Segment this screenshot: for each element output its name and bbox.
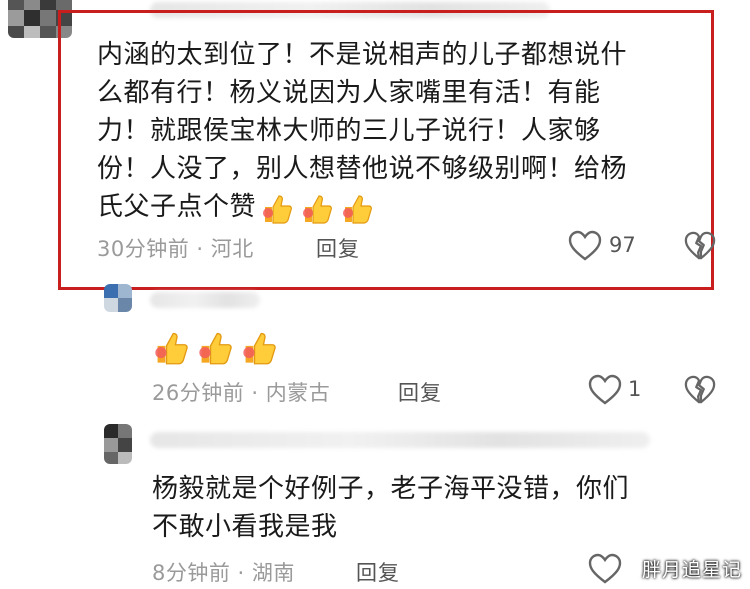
- thumbs-up-emoji-icon: [300, 191, 334, 225]
- reply-button[interactable]: 回复: [398, 377, 442, 407]
- avatar[interactable]: [104, 284, 132, 312]
- comment-text-line: 杨毅就是个好例子，老子海平没错，你们: [152, 474, 630, 504]
- thumbs-up-emoji-icon: [240, 328, 278, 366]
- comment-time-location: 30分钟前 · 河北: [97, 237, 254, 261]
- thumbs-up-emoji-icon: [196, 328, 234, 366]
- reply-button[interactable]: 回复: [316, 233, 360, 263]
- comment-time-location: 8分钟前 · 湖南: [152, 561, 295, 585]
- comment-text-line: 么都有行！杨义说因为人家嘴里有活！有能: [97, 78, 601, 108]
- comment-text-line: 不敢小看我是我: [152, 512, 338, 542]
- thumbs-up-emoji-icon: [340, 191, 374, 225]
- comment-text-line: 内涵的太到位了！不是说相声的儿子都想说什: [97, 40, 628, 70]
- comment-time-location: 26分钟前 · 内蒙古: [152, 381, 331, 405]
- thumbs-up-emoji-icon: [152, 328, 190, 366]
- username-blurred[interactable]: [150, 432, 650, 448]
- reply-button[interactable]: 回复: [356, 557, 400, 587]
- heart-icon[interactable]: [588, 553, 622, 589]
- emoji-group: [152, 328, 284, 366]
- comment-text-tail: 氏父子点个赞: [97, 192, 257, 222]
- broken-heart-icon[interactable]: [684, 230, 716, 266]
- comment-text-line: 份！人没了，别人想替他说不够级别啊！给杨: [97, 154, 628, 184]
- username-blurred[interactable]: [150, 292, 260, 308]
- avatar[interactable]: [104, 424, 132, 464]
- comment-text-line: 氏父子点个赞: [97, 188, 380, 226]
- heart-icon[interactable]: [588, 374, 622, 410]
- like-count: 97: [609, 233, 636, 257]
- like-count: 1: [628, 377, 642, 401]
- watermark: 胖月追星记: [641, 559, 742, 581]
- comment-text-line: 力！就跟侯宝林大师的三儿子说行！人家够: [97, 116, 601, 146]
- broken-heart-icon[interactable]: [684, 374, 716, 410]
- heart-icon[interactable]: [568, 230, 602, 266]
- emoji-group: [260, 191, 380, 225]
- thumbs-up-emoji-icon: [260, 191, 294, 225]
